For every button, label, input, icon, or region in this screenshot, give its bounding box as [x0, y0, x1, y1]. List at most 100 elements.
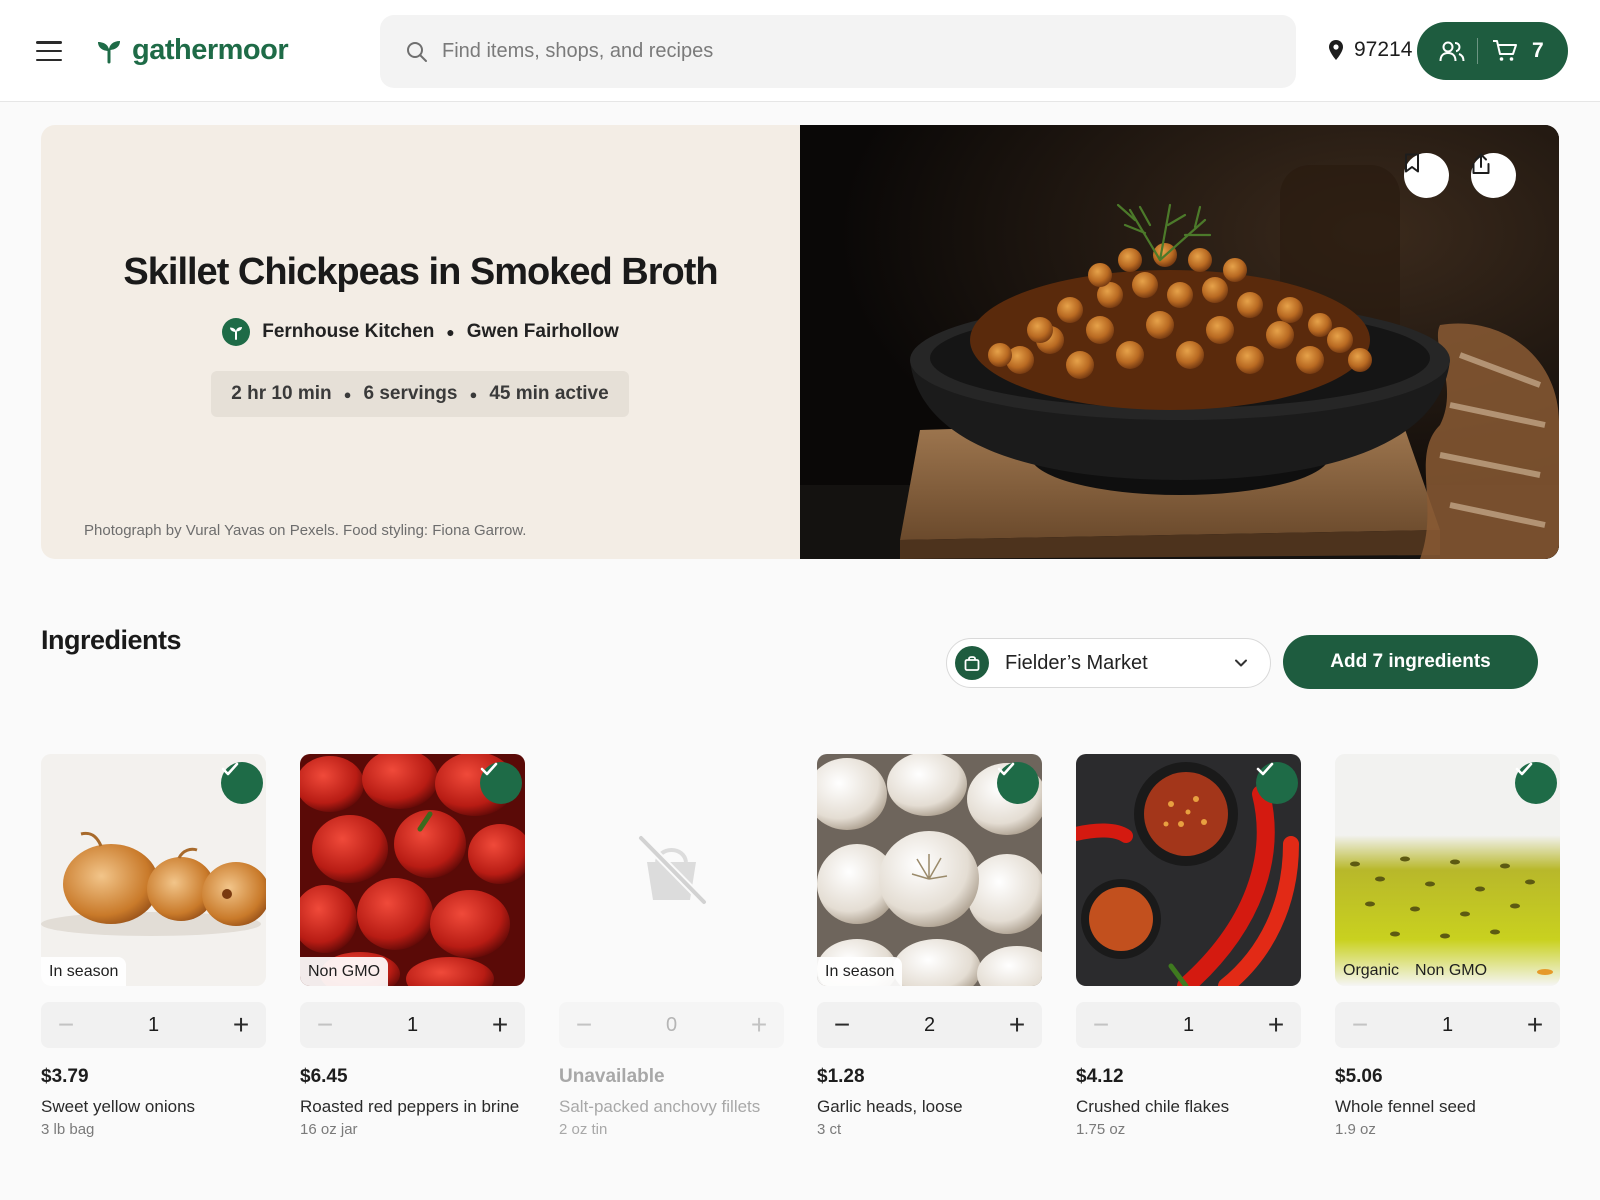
increase-button[interactable]: + [489, 1011, 511, 1039]
location-pin-icon [1329, 40, 1343, 60]
recipe-photo [800, 125, 1559, 559]
item-name[interactable]: Whole fennel seed [1335, 1096, 1560, 1118]
recipe-info: Skillet Chickpeas in Smoked Broth Fernho… [41, 125, 800, 559]
badge-in-season: In season [41, 957, 127, 986]
servings: 6 servings [363, 383, 458, 404]
item-name[interactable]: Salt-packed anchovy fillets [559, 1096, 784, 1118]
cart-icon [1493, 40, 1517, 61]
item-size: 3 lb bag [41, 1121, 95, 1138]
decrease-button[interactable]: − [314, 1011, 336, 1039]
product-image[interactable]: Non GMO [300, 754, 525, 986]
recipe-title: Skillet Chickpeas in Smoked Broth [123, 251, 718, 293]
selected-check-icon[interactable] [1256, 762, 1298, 804]
badge-row: Organic Non GMO [1335, 956, 1495, 986]
divider [1477, 38, 1478, 64]
bookmark-icon [1405, 153, 1419, 173]
item-price: $6.45 [300, 1066, 348, 1087]
quantity-stepper[interactable]: − 1 + [1335, 1002, 1560, 1048]
item-name[interactable]: Sweet yellow onions [41, 1096, 266, 1118]
item-price: $5.06 [1335, 1066, 1383, 1087]
recipe-byline: Fernhouse Kitchen ● Gwen Fairhollow [41, 318, 800, 346]
top-header: gathermoor 97214 7 [0, 0, 1600, 102]
store-name: Fielder’s Market [1005, 651, 1148, 674]
store-selector[interactable]: Fielder’s Market [946, 638, 1271, 688]
ingredient-card[interactable]: In season − 2 + $1.28 Garlic heads, loos… [817, 754, 1042, 1138]
sprout-icon [98, 40, 120, 63]
item-name[interactable]: Garlic heads, loose [817, 1096, 1042, 1118]
badge-organic: Organic [1343, 962, 1400, 979]
share-icon [1472, 153, 1490, 174]
location-selector[interactable]: 97214 [1328, 38, 1412, 62]
selected-check-icon[interactable] [1515, 762, 1557, 804]
item-price: $1.28 [817, 1066, 865, 1087]
cart-button[interactable]: 7 [1417, 22, 1568, 80]
ingredient-card[interactable]: In season − 1 + $3.79 Sweet yellow onion… [41, 754, 266, 1138]
decrease-button[interactable]: − [55, 1011, 77, 1039]
ingredient-card[interactable]: − 0 + Unavailable Salt-packed anchovy fi… [559, 754, 784, 1138]
search-input[interactable] [442, 40, 1202, 63]
quantity-stepper[interactable]: − 1 + [300, 1002, 525, 1048]
save-recipe-button[interactable] [1404, 153, 1449, 198]
chevron-down-icon [1235, 659, 1247, 667]
quantity-value: 1 [147, 1013, 160, 1036]
author-link[interactable]: Gwen Fairhollow [467, 321, 619, 343]
product-image[interactable]: In season [817, 754, 1042, 986]
quantity-stepper[interactable]: − 2 + [817, 1002, 1042, 1048]
brand-logo[interactable]: gathermoor [96, 34, 289, 67]
selected-check-icon[interactable] [480, 762, 522, 804]
selected-check-icon[interactable] [997, 762, 1039, 804]
quantity-stepper: − 0 + [559, 1002, 784, 1048]
location-zip: 97214 [1354, 38, 1413, 61]
item-size: 16 oz jar [300, 1121, 358, 1138]
increase-button: + [750, 1009, 768, 1040]
product-image[interactable] [1076, 754, 1301, 986]
active-time: 45 min active [489, 383, 609, 404]
quantity-value: 1 [406, 1013, 419, 1036]
item-size: 1.75 oz [1076, 1121, 1126, 1138]
item-price: Unavailable [559, 1066, 665, 1087]
photo-credit: Photograph by Vural Yavas on Pexels. Foo… [84, 522, 527, 539]
add-ingredients-button[interactable]: Add 7 ingredients [1283, 635, 1538, 689]
ingredients-heading: Ingredients [41, 625, 182, 655]
item-size: 2 oz tin [559, 1121, 608, 1138]
quantity-stepper[interactable]: − 1 + [41, 1002, 266, 1048]
badge-row: In season [41, 957, 127, 986]
item-name[interactable]: Crushed chile flakes [1076, 1096, 1301, 1118]
selected-check-icon[interactable] [221, 762, 263, 804]
item-size: 1.9 oz [1335, 1121, 1376, 1138]
item-size: 3 ct [817, 1121, 842, 1138]
product-image [559, 754, 784, 986]
publisher-badge-icon [222, 318, 251, 346]
decrease-button: − [575, 1009, 593, 1040]
item-price: $3.79 [41, 1066, 89, 1087]
recipe-stats: 2 hr 10 min ● 6 servings ● 45 min active [211, 371, 629, 417]
ingredient-card[interactable]: Non GMO − 1 + $6.45 Roasted red peppers … [300, 754, 525, 1138]
product-image[interactable]: Organic Non GMO [1335, 754, 1560, 986]
increase-button[interactable]: + [1265, 1011, 1287, 1039]
increase-button[interactable]: + [230, 1011, 252, 1039]
product-image[interactable]: In season [41, 754, 266, 986]
ingredient-card[interactable]: Organic Non GMO − 1 + $5.06 Whole fennel… [1335, 754, 1560, 1138]
quantity-value: 0 [665, 1013, 678, 1036]
quantity-stepper[interactable]: − 1 + [1076, 1002, 1301, 1048]
recipe-hero: Skillet Chickpeas in Smoked Broth Fernho… [41, 125, 1559, 559]
decrease-button[interactable]: − [1349, 1011, 1371, 1039]
shopping-bag-icon [955, 646, 989, 680]
decrease-button[interactable]: − [831, 1011, 853, 1039]
search-bar[interactable] [380, 15, 1296, 88]
badge-row: Non GMO [300, 957, 389, 986]
chickpea-bowl-image [800, 125, 1559, 559]
household-icon[interactable] [1439, 40, 1465, 62]
menu-icon[interactable] [36, 41, 62, 61]
badge-non-gmo: Non GMO [1415, 962, 1488, 979]
separator-dot: ● [469, 386, 478, 402]
ingredient-card[interactable]: − 1 + $4.12 Crushed chile flakes 1.75 oz [1076, 754, 1301, 1138]
decrease-button[interactable]: − [1090, 1011, 1112, 1039]
increase-button[interactable]: + [1006, 1011, 1028, 1039]
item-name[interactable]: Roasted red peppers in brine [300, 1096, 525, 1118]
badge-in-season: In season [817, 957, 903, 986]
publisher-link[interactable]: Fernhouse Kitchen [262, 321, 434, 343]
share-recipe-button[interactable] [1471, 153, 1516, 198]
quantity-value: 2 [923, 1013, 936, 1036]
increase-button[interactable]: + [1524, 1011, 1546, 1039]
